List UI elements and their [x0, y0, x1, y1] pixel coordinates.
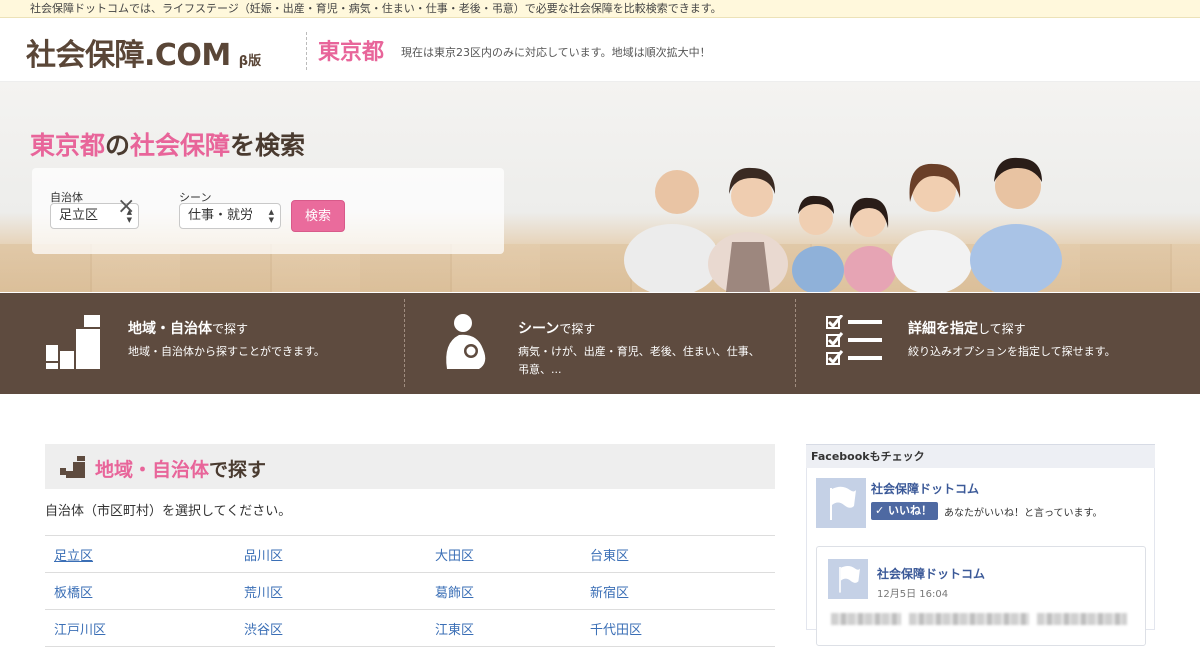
instruction-text: 自治体（市区町村）を選択してください。 — [45, 504, 292, 519]
feature-title-rest: して探す — [978, 322, 1026, 336]
table-row: 板橋区 荒川区 葛飾区 新宿区 — [45, 573, 775, 610]
hero-banner: 東京都の社会保障を検索 自治体 足立区 ▲ ▼ × シーン 仕事・就労 ▲ ▼ 検索 — [0, 82, 1200, 292]
mother-child-icon — [446, 314, 486, 369]
blurred-text — [909, 613, 1029, 625]
like-button[interactable]: ✓ いいね！ — [871, 502, 939, 520]
feature-band: 地域・自治体で探す 地域・自治体から探すことができます。 シーンで探す 病気・け… — [0, 293, 1200, 394]
feature-title-bold: 地域・自治体 — [128, 321, 212, 337]
feature-region-title: 地域・自治体で探す — [128, 318, 248, 338]
select-arrows-icon: ▲ ▼ — [268, 208, 274, 224]
post-avatar[interactable] — [828, 559, 868, 599]
hero-title-no: の — [105, 131, 131, 160]
beta-badge: β版 — [238, 54, 262, 69]
post-author[interactable]: 社会保障ドットコム — [877, 565, 985, 582]
ward-link[interactable]: 渋谷区 — [244, 619, 283, 638]
scene-select[interactable]: 仕事・就労 ▲ ▼ — [179, 203, 281, 229]
feature-detail[interactable]: 詳細を指定して探す 絞り込みオプションを指定して探せます。 — [796, 293, 1200, 394]
ward-link[interactable]: 新宿区 — [590, 582, 629, 601]
page-name[interactable]: 社会保障ドットコム — [871, 480, 979, 497]
feature-title-rest: で探す — [559, 322, 596, 336]
facebook-widget: 社会保障ドットコム ✓ いいね！ あなたがいいね！と言っています。 社会保障ドッ… — [806, 468, 1155, 646]
hero-title: 東京都の社会保障を検索 — [30, 126, 305, 162]
ward-link[interactable]: 江東区 — [435, 619, 474, 638]
flag-icon — [830, 486, 856, 520]
feature-region[interactable]: 地域・自治体で探す 地域・自治体から探すことができます。 — [0, 293, 404, 394]
feature-region-desc: 地域・自治体から探すことができます。 — [128, 345, 325, 358]
header-divider — [306, 32, 307, 70]
feature-title-bold: 詳細を指定 — [908, 321, 978, 337]
blurred-text — [831, 613, 901, 625]
feature-detail-desc: 絞り込みオプションを指定して探せます。 — [908, 345, 1116, 358]
search-button[interactable]: 検索 — [291, 200, 345, 232]
times-sign: × — [117, 194, 136, 219]
region-section-header: 地域・自治体で探す — [45, 444, 775, 489]
table-row: 足立区 品川区 大田区 台東区 — [45, 536, 775, 573]
facebook-widget-header: Facebookもチェック — [806, 444, 1155, 468]
feature-title-bold: シーン — [518, 321, 560, 337]
ward-link[interactable]: 大田区 — [435, 545, 474, 564]
ward-link[interactable]: 台東区 — [590, 545, 629, 564]
ward-link[interactable]: 葛飾区 — [435, 582, 474, 601]
feature-scene-title: シーンで探す — [518, 318, 595, 338]
scene-value: 仕事・就労 — [188, 208, 254, 223]
feature-detail-title: 詳細を指定して探す — [908, 318, 1026, 338]
feature-title-rest: で探す — [212, 322, 249, 336]
flag-icon — [839, 565, 860, 593]
section-title-rest: で探す — [209, 459, 267, 481]
post-date[interactable]: 12月5日 16:04 — [877, 585, 948, 600]
buildings-icon — [60, 456, 85, 478]
checklist-icon — [826, 315, 882, 365]
ward-link[interactable]: 千代田区 — [590, 619, 642, 638]
hero-title-pref: 東京都 — [30, 131, 106, 160]
municipality-value: 足立区 — [59, 208, 99, 223]
current-prefecture: 東京都 — [318, 40, 385, 65]
buildings-icon — [46, 315, 100, 369]
ward-table: 足立区 品川区 大田区 台東区 板橋区 荒川区 葛飾区 新宿区 江戸川区 渋谷区… — [45, 535, 775, 647]
like-status-text: あなたがいいね！と言っています。 — [944, 508, 1103, 519]
hero-title-hosho: 社会保障 — [130, 131, 231, 160]
section-title-pink: 地域・自治体 — [95, 459, 210, 481]
logo-text: 社会保障.COM — [26, 38, 231, 73]
coverage-note: 現在は東京23区内のみに対応しています。地域は順次拡大中！ — [401, 46, 711, 59]
site-notice: 社会保障ドットコムでは、ライフステージ（妊娠・出産・育児・病気・住まい・仕事・老… — [0, 0, 1200, 18]
site-header: 社会保障.COM β版 東京都 現在は東京23区内のみに対応しています。地域は順… — [0, 18, 1200, 82]
family-figures — [624, 157, 1062, 292]
page-avatar[interactable] — [816, 478, 866, 528]
ward-link[interactable]: 江戸川区 — [54, 619, 106, 638]
feature-scene-desc: 病気・けが、出産・育児、老後、住まい、仕事、弔意、... — [518, 345, 760, 376]
ward-link[interactable]: 足立区 — [54, 545, 93, 564]
ward-link[interactable]: 板橋区 — [54, 582, 93, 601]
ward-link[interactable]: 品川区 — [244, 545, 283, 564]
family-photo — [624, 157, 1062, 292]
hero-title-wo: を検索 — [230, 131, 306, 160]
blurred-text — [1037, 613, 1127, 625]
ward-link[interactable]: 荒川区 — [244, 582, 283, 601]
site-logo[interactable]: 社会保障.COM β版 — [26, 30, 261, 74]
facebook-post: 社会保障ドットコム 12月5日 16:04 — [816, 546, 1146, 646]
table-row: 江戸川区 渋谷区 江東区 千代田区 — [45, 610, 775, 647]
feature-scene[interactable]: シーンで探す 病気・けが、出産・育児、老後、住まい、仕事、弔意、... — [405, 293, 795, 394]
region-section-title: 地域・自治体で探す — [95, 455, 266, 482]
